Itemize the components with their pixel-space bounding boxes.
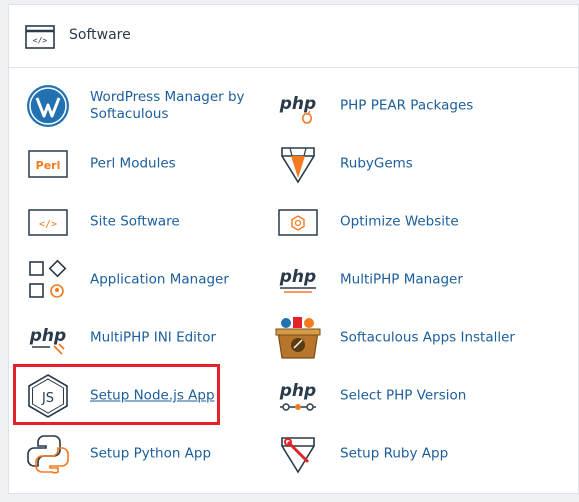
section-title: Software <box>69 27 131 43</box>
item-setup-ruby-app[interactable]: Setup Ruby App <box>274 430 524 478</box>
item-multiphp-ini-editor[interactable]: php MultiPHP INI Editor <box>24 314 274 362</box>
item-softaculous-apps-installer[interactable]: Softaculous Apps Installer <box>274 314 524 362</box>
svg-text:php: php <box>279 267 316 287</box>
highlight-box <box>13 364 220 425</box>
optimize-icon <box>274 198 322 246</box>
item-perl-modules[interactable]: Perl Perl Modules <box>24 140 274 188</box>
item-label: Site Software <box>90 213 180 230</box>
svg-text:php: php <box>279 94 316 114</box>
software-section-header[interactable]: </> Software <box>9 5 578 68</box>
item-label: Application Manager <box>90 271 229 288</box>
item-select-php-version[interactable]: php Select PHP Version <box>274 372 524 420</box>
item-php-pear-packages[interactable]: php PHP PEAR Packages <box>274 82 524 130</box>
item-label: WordPress Manager by Softaculous <box>90 89 245 122</box>
svg-text:</>: </> <box>33 36 48 45</box>
item-multiphp-manager[interactable]: php MultiPHP Manager <box>274 256 524 304</box>
item-label: Setup Ruby App <box>340 445 449 462</box>
item-label: Select PHP Version <box>340 387 467 404</box>
item-wordpress-manager[interactable]: WordPress Manager by Softaculous <box>24 82 274 130</box>
item-label: Optimize Website <box>340 213 459 230</box>
svg-text:Perl: Perl <box>36 159 61 172</box>
item-site-software[interactable]: </> Site Software <box>24 198 274 246</box>
code-window-icon: </> <box>24 198 72 246</box>
perl-icon: Perl <box>24 140 72 188</box>
item-rubygems[interactable]: RubyGems <box>274 140 524 188</box>
item-label: Setup Python App <box>90 445 212 462</box>
ruby-app-icon <box>274 430 322 478</box>
code-window-icon: </> <box>25 25 55 49</box>
item-label: Perl Modules <box>90 155 176 172</box>
item-optimize-website[interactable]: Optimize Website <box>274 198 524 246</box>
wordpress-icon <box>24 82 72 130</box>
php-pear-icon: php <box>274 82 322 130</box>
svg-text:</>: </> <box>39 219 57 230</box>
item-label: Softaculous Apps Installer <box>340 329 515 346</box>
svg-text:php: php <box>279 381 316 401</box>
item-label: PHP PEAR Packages <box>340 97 474 114</box>
php-icon: php <box>274 256 322 304</box>
softaculous-icon <box>274 314 322 362</box>
ruby-gem-icon <box>274 140 322 188</box>
item-application-manager[interactable]: Application Manager <box>24 256 274 304</box>
item-label: MultiPHP INI Editor <box>90 329 217 346</box>
php-version-icon: php <box>274 372 322 420</box>
item-setup-python-app[interactable]: Setup Python App <box>24 430 274 478</box>
item-label: RubyGems <box>340 155 413 172</box>
app-grid-icon <box>24 256 72 304</box>
svg-text:php: php <box>29 326 66 346</box>
php-edit-icon: php <box>24 314 72 362</box>
python-icon <box>24 430 72 478</box>
item-label: MultiPHP Manager <box>340 271 463 288</box>
